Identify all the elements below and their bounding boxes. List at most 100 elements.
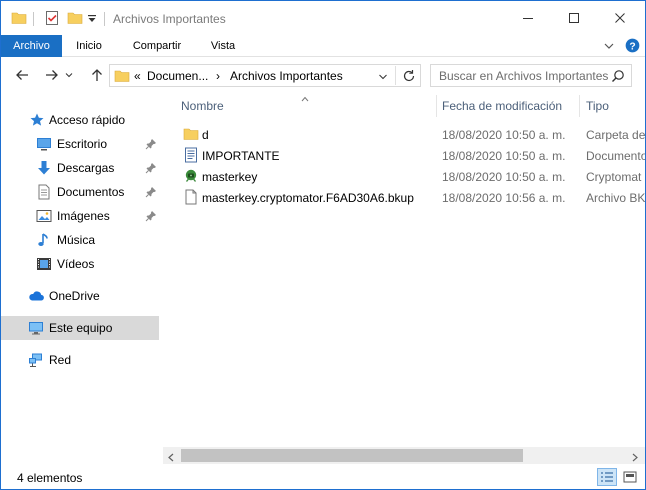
customize-toolbar-icon[interactable] xyxy=(87,13,97,27)
search-box[interactable]: Buscar en Archivos Importantes xyxy=(430,64,632,87)
properties-icon[interactable] xyxy=(44,10,60,29)
explorer-window: Archivos Importantes Archivo Inicio Comp… xyxy=(0,0,646,490)
breadcrumb-archivos-importantes[interactable]: Archivos Importantes xyxy=(230,69,343,83)
maximize-button[interactable] xyxy=(551,1,597,35)
sidebar-item-este-equipo[interactable]: Este equipo xyxy=(1,316,159,340)
file-row-masterkey-bkup[interactable]: masterkey.cryptomator.F6AD30A6.bkup 18/0… xyxy=(163,187,645,208)
up-arrow-icon[interactable] xyxy=(86,64,108,86)
sidebar-item-videos[interactable]: Vídeos xyxy=(1,252,159,276)
divider xyxy=(395,66,396,85)
file-row-masterkey[interactable]: masterkey 18/08/2020 10:50 a. m. Cryptom… xyxy=(163,166,645,187)
file-row-importante[interactable]: IMPORTANTE 18/08/2020 10:50 a. m. Docume… xyxy=(163,145,645,166)
text-file-icon xyxy=(183,147,199,163)
search-placeholder: Buscar en Archivos Importantes xyxy=(439,69,609,83)
close-button[interactable] xyxy=(597,1,643,35)
new-folder-icon[interactable] xyxy=(67,10,83,29)
help-icon[interactable]: ? xyxy=(625,38,640,56)
tab-archivo[interactable]: Archivo xyxy=(1,35,62,57)
address-history-chevron-icon[interactable] xyxy=(378,71,388,85)
sidebar-item-label: Imágenes xyxy=(57,209,110,223)
refresh-icon[interactable] xyxy=(402,69,416,86)
file-date: 18/08/2020 10:56 a. m. xyxy=(442,191,566,205)
pin-icon[interactable] xyxy=(145,210,157,222)
file-list: Nombre Fecha de modificación Tipo d 18/0… xyxy=(163,93,645,443)
sidebar-item-escritorio[interactable]: Escritorio xyxy=(1,132,159,156)
scroll-left-icon[interactable] xyxy=(167,451,175,465)
sidebar-item-label: Escritorio xyxy=(57,137,108,151)
file-type: Carpeta de xyxy=(586,128,645,142)
status-bar: 4 elementos xyxy=(1,465,645,489)
details-view-button[interactable] xyxy=(597,468,617,486)
tab-compartir[interactable]: Compartir xyxy=(123,35,191,57)
sidebar-item-descargas[interactable]: Descargas xyxy=(1,156,159,180)
file-date: 18/08/2020 10:50 a. m. xyxy=(442,149,566,163)
file-name: masterkey xyxy=(202,170,258,184)
pin-icon[interactable] xyxy=(145,162,157,174)
large-icons-view-button[interactable] xyxy=(620,468,640,486)
column-divider[interactable] xyxy=(436,95,437,117)
sidebar-item-label: Este equipo xyxy=(49,321,113,335)
address-overflow[interactable]: « xyxy=(134,69,141,83)
window-title: Archivos Importantes xyxy=(113,12,226,26)
pin-icon[interactable] xyxy=(145,186,157,198)
folder-icon[interactable] xyxy=(11,10,27,29)
pin-icon[interactable] xyxy=(145,138,157,150)
expand-ribbon-icon[interactable] xyxy=(603,40,615,55)
breadcrumb-documentos[interactable]: Documen... xyxy=(147,69,208,83)
sidebar-item-documentos[interactable]: Documentos xyxy=(1,180,159,204)
download-icon xyxy=(36,160,52,176)
address-bar[interactable]: « Documen... › Archivos Importantes xyxy=(109,64,421,87)
column-header-fecha[interactable]: Fecha de modificación xyxy=(442,99,562,113)
breadcrumb-separator[interactable]: › xyxy=(216,69,220,83)
sidebar-item-musica[interactable]: Música xyxy=(1,228,159,252)
scrollbar-thumb[interactable] xyxy=(181,449,523,462)
sort-ascending-icon xyxy=(301,93,309,105)
folder-icon xyxy=(183,126,199,142)
sidebar-item-red[interactable]: Red xyxy=(1,348,159,372)
scroll-right-icon[interactable] xyxy=(631,451,639,465)
search-icon[interactable] xyxy=(611,69,625,86)
tab-inicio[interactable]: Inicio xyxy=(67,35,111,57)
column-divider[interactable] xyxy=(579,95,580,117)
computer-icon xyxy=(28,320,44,336)
sidebar-item-onedrive[interactable]: OneDrive xyxy=(1,284,159,308)
item-count: 4 elementos xyxy=(17,471,83,485)
file-type: Archivo BK xyxy=(586,191,645,205)
horizontal-scrollbar[interactable] xyxy=(163,447,645,464)
sidebar-item-label: Descargas xyxy=(57,161,115,175)
network-icon xyxy=(28,352,44,368)
videos-icon xyxy=(36,256,52,272)
sidebar-item-label: Vídeos xyxy=(57,257,95,271)
file-name: d xyxy=(202,128,209,142)
music-icon xyxy=(36,232,52,248)
file-name: IMPORTANTE xyxy=(202,149,280,163)
sidebar-item-imagenes[interactable]: Imágenes xyxy=(1,204,159,228)
sidebar-item-acceso-rapido[interactable]: Acceso rápido xyxy=(1,108,159,132)
file-type: Documento xyxy=(586,149,645,163)
file-name: masterkey.cryptomator.F6AD30A6.bkup xyxy=(202,191,414,205)
pictures-icon xyxy=(36,208,52,224)
sidebar-item-label: Acceso rápido xyxy=(49,113,126,127)
cryptomator-icon xyxy=(183,168,199,184)
file-row-d[interactable]: d 18/08/2020 10:50 a. m. Carpeta de xyxy=(163,124,645,145)
column-header-nombre[interactable]: Nombre xyxy=(181,99,224,113)
cloud-icon xyxy=(28,288,44,304)
tab-vista[interactable]: Vista xyxy=(201,35,245,57)
file-date: 18/08/2020 10:50 a. m. xyxy=(442,170,566,184)
column-header-tipo[interactable]: Tipo xyxy=(586,99,609,113)
ribbon-tabs: Archivo Inicio Compartir Vista ? xyxy=(1,35,645,57)
sidebar-item-label: OneDrive xyxy=(49,289,100,303)
navigation-pane: Acceso rápido Escritorio Descargas Docum… xyxy=(1,93,161,465)
divider xyxy=(33,12,34,26)
forward-arrow-icon[interactable] xyxy=(41,64,63,86)
star-icon xyxy=(29,112,45,128)
recent-locations-chevron-icon[interactable] xyxy=(63,64,75,86)
sidebar-item-label: Documentos xyxy=(57,185,125,199)
sidebar-item-label: Música xyxy=(57,233,96,247)
divider xyxy=(104,12,105,26)
desktop-icon xyxy=(36,136,52,152)
folder-icon xyxy=(114,68,130,87)
sidebar-item-label: Red xyxy=(49,353,72,367)
back-arrow-icon[interactable] xyxy=(11,64,33,86)
minimize-button[interactable] xyxy=(505,1,551,35)
